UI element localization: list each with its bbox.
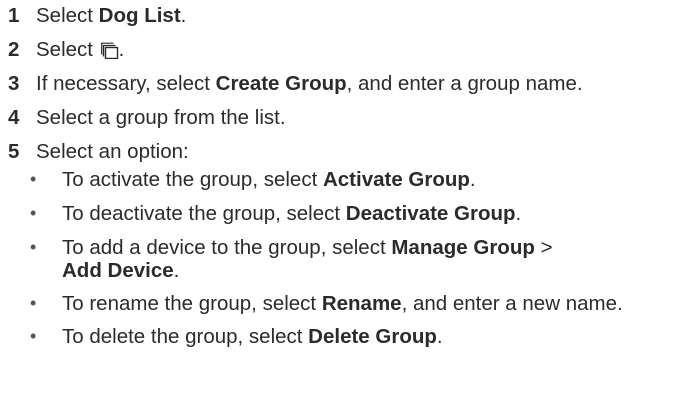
step-3: 3 If necessary, select Create Group, and… xyxy=(8,72,681,95)
bullet: • xyxy=(30,169,37,189)
step-text: Select an option: xyxy=(36,140,189,163)
option-item-deactivate: • To deactivate the group, select Deacti… xyxy=(8,202,681,225)
bullet: • xyxy=(30,326,37,346)
option-text-post: . xyxy=(469,168,476,191)
ui-term-dog-list: Dog List xyxy=(98,4,181,27)
option-item-add-device: • To add a device to the group, select M… xyxy=(8,236,681,282)
option-text-post: . xyxy=(436,325,443,348)
option-text-pre: To rename the group, select xyxy=(62,292,322,315)
step-number: 5 xyxy=(8,140,20,163)
step-text: Select a group from the list. xyxy=(36,106,286,129)
step-number: 3 xyxy=(8,72,20,95)
step-text-post: . xyxy=(118,38,125,61)
step-2: 2 Select . xyxy=(8,38,681,61)
step-text-post: . xyxy=(180,4,187,27)
ui-term-activate-group: Activate Group xyxy=(322,168,470,191)
option-text-post: . xyxy=(173,259,180,282)
option-text: To deactivate the group, select Deactiva… xyxy=(62,202,681,225)
ui-term-manage-group: Manage Group xyxy=(391,236,535,259)
step-text-pre: If necessary, select xyxy=(36,72,216,95)
option-text-pre: To activate the group, select xyxy=(62,168,323,191)
step-text-pre: Select xyxy=(36,38,99,61)
option-text-post: . xyxy=(515,202,522,225)
option-text: To activate the group, select Activate G… xyxy=(62,168,681,191)
step-text: Select . xyxy=(36,38,681,61)
option-text: To rename the group, select Rename, and … xyxy=(62,292,681,315)
option-text: To add a device to the group, select Man… xyxy=(62,236,681,282)
option-list: • To activate the group, select Activate… xyxy=(8,168,681,348)
option-item-delete: • To delete the group, select Delete Gro… xyxy=(8,325,681,348)
step-5: 5 Select an option: xyxy=(8,140,681,163)
stacked-pages-icon xyxy=(100,42,119,59)
option-text-post: , and enter a new name. xyxy=(401,292,623,315)
step-number: 4 xyxy=(8,106,20,129)
step-number: 1 xyxy=(8,4,20,27)
step-1: 1 Select Dog List. xyxy=(8,4,681,27)
bullet: • xyxy=(30,203,37,223)
step-number: 2 xyxy=(8,38,20,61)
ui-term-delete-group: Delete Group xyxy=(308,325,437,348)
ui-term-create-group: Create Group xyxy=(215,72,347,95)
option-text-pre: To deactivate the group, select xyxy=(62,202,346,225)
bullet: • xyxy=(30,293,37,313)
option-item-rename: • To rename the group, select Rename, an… xyxy=(8,292,681,315)
bullet: • xyxy=(30,237,37,257)
step-text: Select Dog List. xyxy=(36,4,681,27)
instructions-document: 1 Select Dog List. 2 Select . 3 If neces… xyxy=(0,0,681,398)
option-text-pre: To add a device to the group, select xyxy=(62,236,392,259)
menu-separator: > xyxy=(534,236,553,259)
ui-term-deactivate-group: Deactivate Group xyxy=(345,202,516,225)
option-text-pre: To delete the group, select xyxy=(62,325,309,348)
step-4: 4 Select a group from the list. xyxy=(8,106,681,129)
option-item-activate: • To activate the group, select Activate… xyxy=(8,168,681,191)
step-text-pre: Select xyxy=(36,4,99,27)
step-text-post: , and enter a group name. xyxy=(346,72,583,95)
option-text: To delete the group, select Delete Group… xyxy=(62,325,681,348)
ui-term-add-device: Add Device xyxy=(62,259,174,282)
ui-term-rename: Rename xyxy=(321,292,402,315)
step-text: If necessary, select Create Group, and e… xyxy=(36,72,681,95)
